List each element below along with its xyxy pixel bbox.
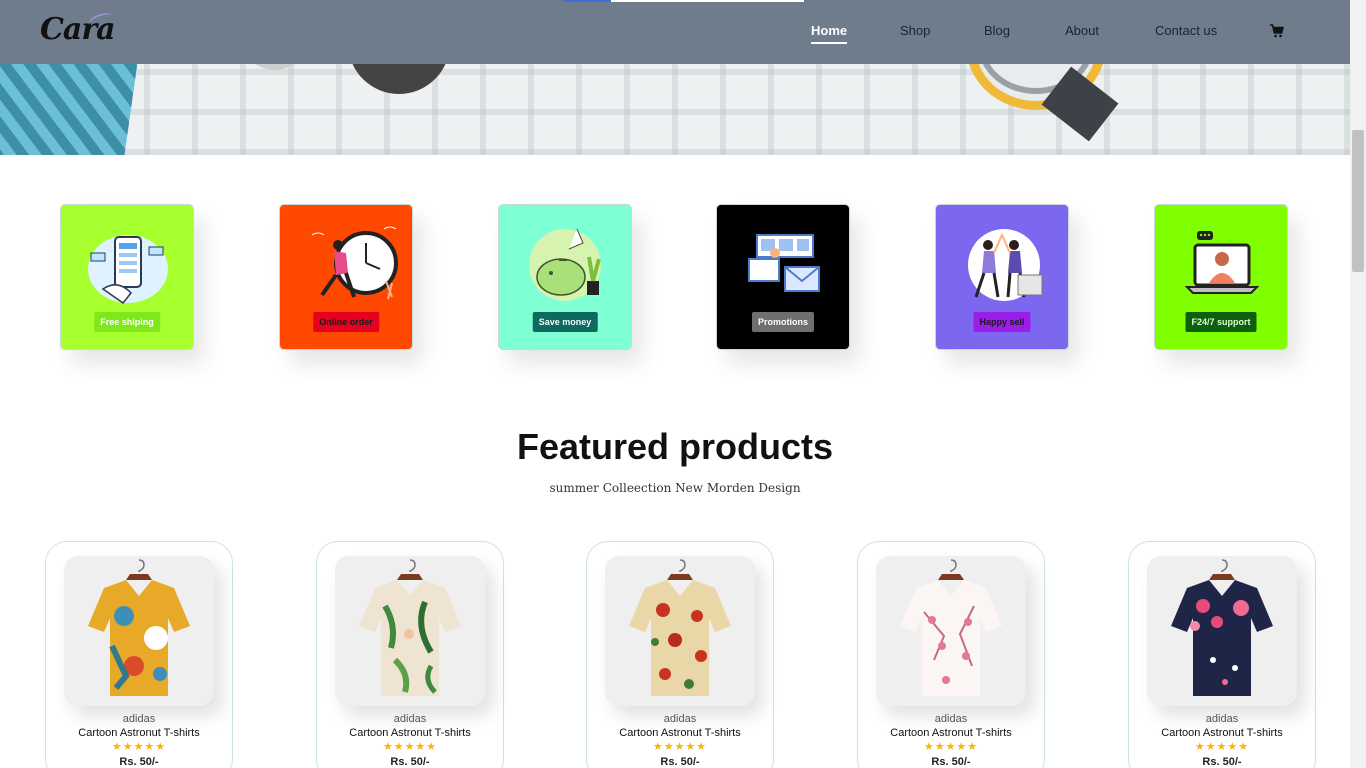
product-card[interactable]: adidas Cartoon Astronut T-shirts ★★★★★ R… <box>586 541 774 768</box>
clock-runner-illustration <box>311 226 398 300</box>
feature-support[interactable]: F24/7 support <box>1154 204 1288 350</box>
featured-products-title: Featured products <box>516 426 834 467</box>
nav-about[interactable]: About <box>1065 23 1099 38</box>
product-image[interactable] <box>1147 556 1297 706</box>
product-image[interactable] <box>605 556 755 706</box>
star-rating: ★★★★★ <box>1194 741 1250 753</box>
load-progress-bar <box>563 0 611 2</box>
nav-blog[interactable]: Blog <box>984 23 1010 38</box>
feature-label: Free shiping <box>94 312 160 332</box>
product-price: Rs. 50/- <box>119 756 159 768</box>
product-brand: adidas <box>934 713 968 725</box>
product-price: Rs. 50/- <box>390 756 430 768</box>
nav-contact[interactable]: Contact us <box>1155 23 1217 38</box>
product-price: Rs. 50/- <box>1202 756 1242 768</box>
product-name: Cartoon Astronut T-shirts <box>78 727 200 739</box>
product-brand: adidas <box>1205 713 1239 725</box>
product-name: Cartoon Astronut T-shirts <box>349 727 471 739</box>
product-price: Rs. 50/- <box>931 756 971 768</box>
phone-order-illustration <box>88 235 168 305</box>
high-five-illustration <box>968 229 1043 301</box>
feature-label: Promotions <box>751 312 815 332</box>
product-card[interactable]: adidas Cartoon Astronut T-shirts ★★★★★ R… <box>316 541 504 768</box>
product-image[interactable] <box>876 556 1026 706</box>
star-rating: ★★★★★ <box>923 741 979 753</box>
page: Cara Home Shop Blog About Contact us Fre… <box>0 0 1366 768</box>
star-rating: ★★★★★ <box>382 741 438 753</box>
product-name: Cartoon Astronut T-shirts <box>890 727 1012 739</box>
shirt-beige-red-floral-image <box>629 559 731 696</box>
site-header: Cara Home Shop Blog About Contact us <box>0 0 1350 64</box>
feature-label: Online order <box>313 312 379 332</box>
nav-shop[interactable]: Shop <box>900 23 930 38</box>
feature-online-order[interactable]: Online order <box>279 204 413 350</box>
product-card[interactable]: adidas Cartoon Astronut T-shirts ★★★★★ R… <box>1128 541 1316 768</box>
feature-promotions[interactable]: Promotions <box>716 204 850 350</box>
feature-free-shipping[interactable]: Free shiping <box>60 204 194 350</box>
piggy-bank-illustration <box>529 228 601 301</box>
product-brand: adidas <box>393 713 427 725</box>
product-image[interactable] <box>335 556 485 706</box>
product-price: Rs. 50/- <box>660 756 700 768</box>
laptop-support-illustration <box>1184 231 1260 294</box>
feature-happy-sell[interactable]: Happy sell <box>935 204 1069 350</box>
star-rating: ★★★★★ <box>111 741 167 753</box>
load-progress-track <box>611 0 804 2</box>
product-name: Cartoon Astronut T-shirts <box>619 727 741 739</box>
star-rating: ★★★★★ <box>652 741 708 753</box>
feature-label: Happy sell <box>973 312 1031 332</box>
product-card[interactable]: adidas Cartoon Astronut T-shirts ★★★★★ R… <box>45 541 233 768</box>
product-card[interactable]: adidas Cartoon Astronut T-shirts ★★★★★ R… <box>857 541 1045 768</box>
cart-icon[interactable] <box>1270 24 1284 38</box>
shirt-navy-pink-floral-image <box>1171 559 1273 696</box>
feature-label: Save money <box>532 312 598 332</box>
nav-home[interactable]: Home <box>811 23 848 44</box>
page-scrollbar-thumb[interactable] <box>1352 130 1364 272</box>
feature-save-money[interactable]: Save money <box>498 204 632 350</box>
product-brand: adidas <box>663 713 697 725</box>
product-brand: adidas <box>122 713 156 725</box>
promotion-illustration <box>748 234 820 292</box>
page-scrollbar-track[interactable] <box>1350 0 1366 768</box>
product-image[interactable] <box>64 556 214 706</box>
featured-products-subtitle: summer Colleection New Morden Design <box>549 481 801 495</box>
shirt-yellow-blue-floral-image <box>88 559 190 696</box>
shirt-white-pink-blossom-image <box>900 559 1002 696</box>
shirt-green-leaf-image <box>359 559 461 696</box>
feature-label: F24/7 support <box>1185 312 1257 332</box>
product-name: Cartoon Astronut T-shirts <box>1161 727 1283 739</box>
